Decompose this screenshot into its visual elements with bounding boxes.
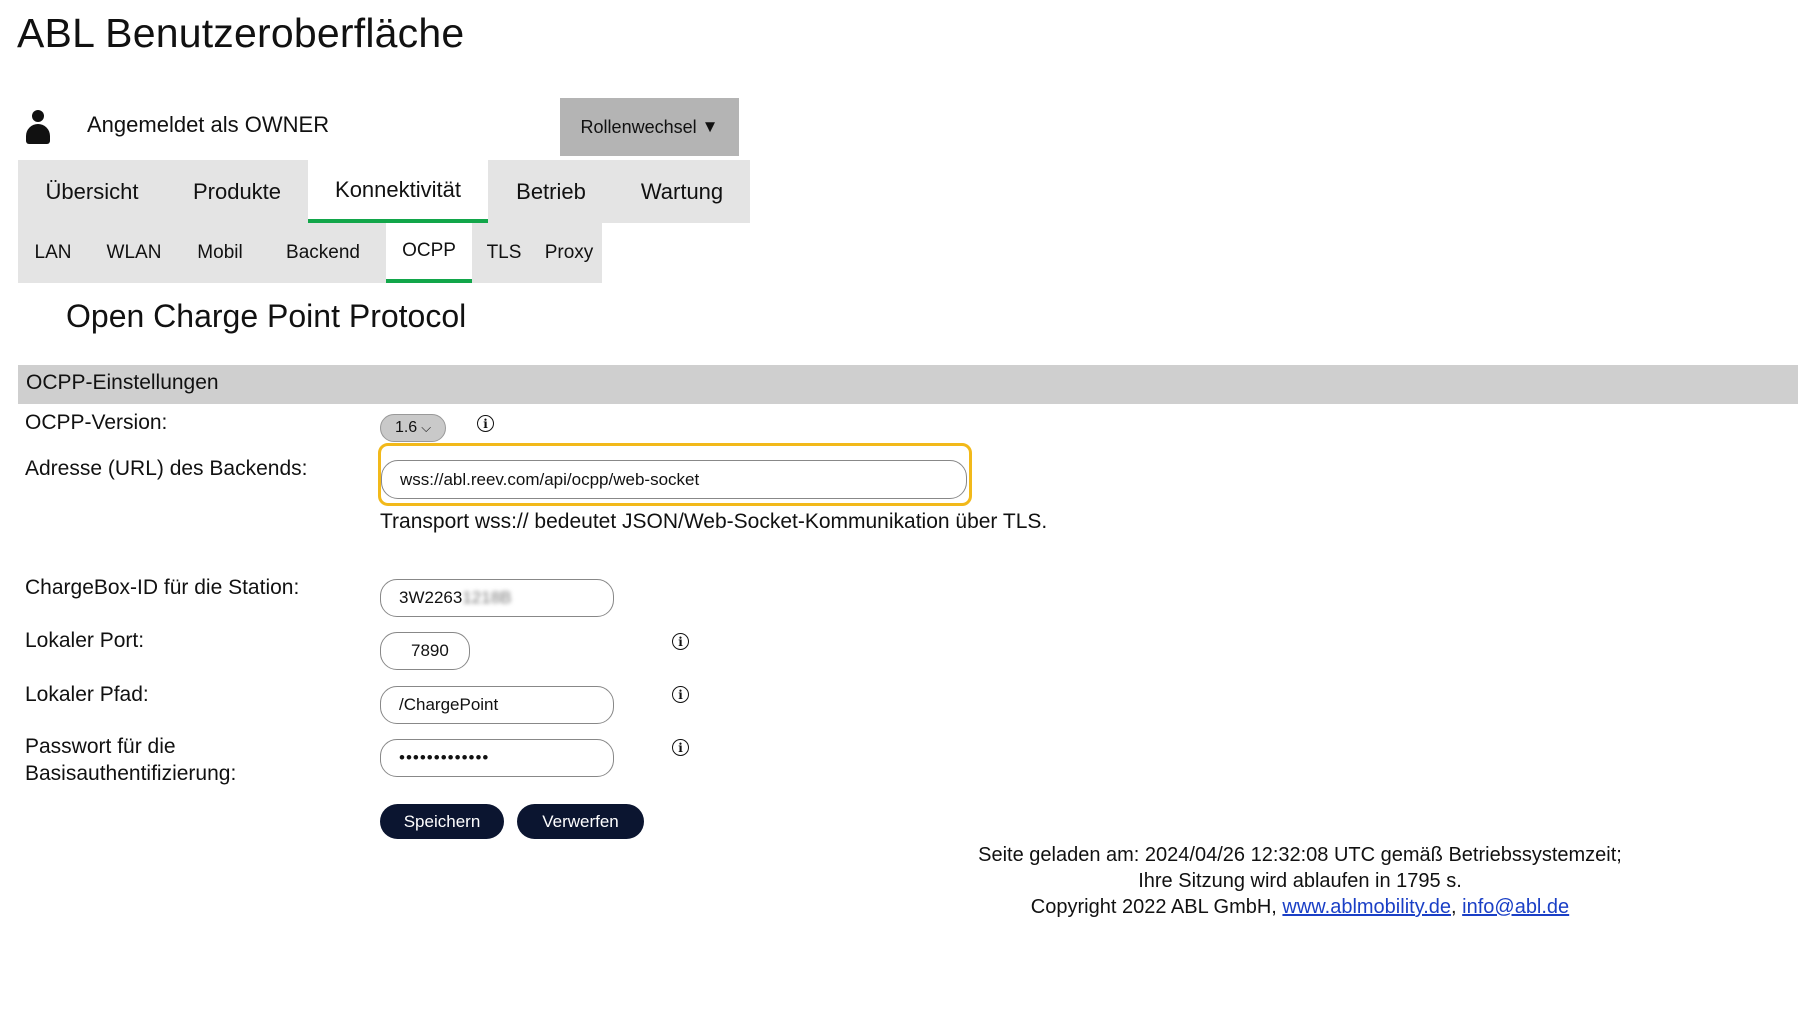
tab-uebersicht[interactable]: Übersicht — [18, 160, 166, 223]
chargebox-id-value: 3W2263 — [399, 588, 463, 607]
tab-konnektivitaet[interactable]: Konnektivität — [308, 160, 488, 223]
backend-url-value: wss://abl.reev.com/api/ocpp/web-socket — [400, 469, 700, 489]
copyright-text: Copyright 2022 ABL GmbH, — [1030, 896, 1283, 918]
caret-down-icon: ▼ — [701, 117, 719, 136]
local-path-value: /ChargePoint — [399, 695, 499, 714]
user-icon — [24, 110, 52, 146]
section-header: OCPP-Einstellungen — [18, 365, 1798, 404]
subtab-lan[interactable]: LAN — [18, 223, 88, 283]
password-value: ••••••••••••• — [399, 748, 490, 767]
tab-wartung[interactable]: Wartung — [614, 160, 750, 223]
info-icon[interactable]: i — [672, 686, 689, 703]
discard-button[interactable]: Verwerfen — [517, 804, 644, 839]
sub-nav: LAN WLAN Mobil Backend OCPP TLS Proxy — [18, 223, 602, 283]
local-path-input[interactable]: /ChargePoint — [380, 686, 614, 724]
password-label-line1: Passwort für die — [25, 735, 176, 758]
subtab-backend[interactable]: Backend — [260, 223, 386, 283]
password-label-line2: Basisauthentifizierung: — [25, 762, 237, 785]
local-path-label: Lokaler Pfad: — [25, 683, 149, 706]
subtab-proxy[interactable]: Proxy — [536, 223, 602, 283]
backend-url-label: Adresse (URL) des Backends: — [25, 457, 308, 480]
ocpp-version-value: 1.6 — [394, 419, 418, 436]
chargebox-id-blurred: 1218B — [462, 588, 512, 607]
footer-copyright-line: Copyright 2022 ABL GmbH, www.ablmobility… — [900, 894, 1700, 920]
footer-separator: , — [1451, 896, 1463, 918]
footer-loaded-at: Seite geladen am: 2024/04/26 12:32:08 UT… — [978, 844, 1622, 866]
role-switch-button[interactable]: Rollenwechsel ▼ — [560, 98, 739, 156]
subtab-mobil[interactable]: Mobil — [180, 223, 260, 283]
page-title: Open Charge Point Protocol — [66, 298, 467, 334]
main-nav: Übersicht Produkte Konnektivität Betrieb… — [18, 160, 750, 223]
local-port-label: Lokaler Port: — [25, 629, 145, 652]
tab-produkte[interactable]: Produkte — [166, 160, 308, 223]
tab-betrieb[interactable]: Betrieb — [488, 160, 614, 223]
role-switch-label: Rollenwechsel — [580, 116, 697, 137]
chevron-down-icon: ⌵ — [421, 420, 432, 435]
app-title: ABL Benutzeroberfläche — [17, 10, 465, 56]
info-icon[interactable]: i — [672, 739, 689, 756]
local-port-value: 7890 — [411, 641, 449, 660]
subtab-ocpp[interactable]: OCPP — [386, 223, 472, 283]
subtab-wlan[interactable]: WLAN — [88, 223, 180, 283]
chargebox-id-input[interactable]: 3W2263 1218B — [380, 579, 614, 617]
chargebox-id-label: ChargeBox-ID für die Station: — [25, 576, 300, 599]
save-button[interactable]: Speichern — [380, 804, 504, 839]
user-label: Angemeldet als OWNER — [87, 112, 330, 137]
backend-url-input[interactable]: wss://abl.reev.com/api/ocpp/web-socket — [381, 460, 967, 499]
ocpp-version-select[interactable]: 1.6 ⌵ — [380, 414, 446, 442]
footer-session: Ihre Sitzung wird ablaufen in 1795 s. — [1138, 870, 1462, 892]
password-input[interactable]: ••••••••••••• — [380, 739, 614, 777]
transport-hint: Transport wss:// bedeutet JSON/Web-Socke… — [380, 510, 1048, 533]
ocpp-version-label: OCPP-Version: — [25, 411, 168, 434]
website-link[interactable]: www.ablmobility.de — [1282, 896, 1451, 918]
info-icon[interactable]: i — [477, 415, 494, 432]
section-title: OCPP-Einstellungen — [26, 371, 219, 394]
footer: Seite geladen am: 2024/04/26 12:32:08 UT… — [900, 842, 1700, 920]
email-link[interactable]: info@abl.de — [1462, 896, 1569, 918]
subtab-tls[interactable]: TLS — [472, 223, 536, 283]
local-port-input[interactable]: 7890 — [380, 632, 470, 670]
info-icon[interactable]: i — [672, 633, 689, 650]
